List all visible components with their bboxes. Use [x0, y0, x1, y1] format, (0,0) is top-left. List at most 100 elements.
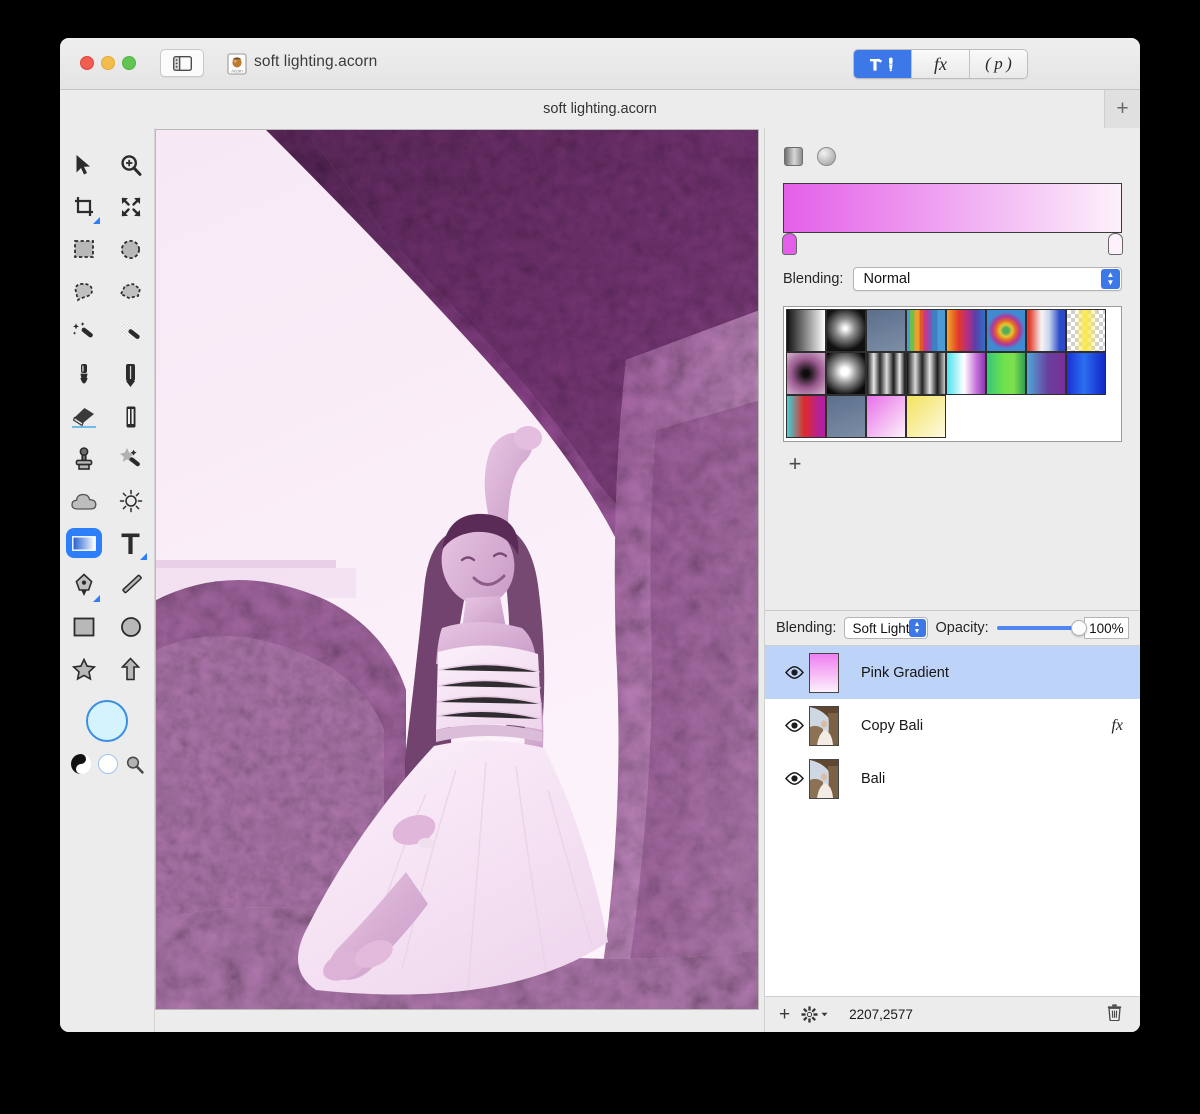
tool-row: [60, 648, 154, 690]
layer-row[interactable]: Pink Gradient: [765, 646, 1140, 699]
gear-icon: [801, 1006, 818, 1023]
zoom-window-button[interactable]: [122, 56, 136, 70]
arrow-shape-tool[interactable]: [107, 648, 154, 690]
eye-icon: [784, 719, 804, 732]
dodge-burn-tool[interactable]: [107, 480, 154, 522]
layer-thumbnail: [809, 758, 839, 799]
preset-green-gradient[interactable]: [986, 352, 1026, 395]
opacity-value-field[interactable]: 100%: [1083, 617, 1129, 639]
brush-size-preview[interactable]: [86, 700, 128, 742]
polygonal-lasso-tool[interactable]: [107, 270, 154, 312]
preset-red-white-blue[interactable]: [1026, 309, 1066, 352]
gradient-stop-end[interactable]: [1108, 233, 1123, 255]
move-tool[interactable]: [60, 144, 107, 186]
add-layer-button[interactable]: +: [779, 1004, 790, 1026]
preset-cyan-white-purple[interactable]: [946, 352, 986, 395]
blur-tool[interactable]: [60, 480, 107, 522]
ellipse-shape-tool[interactable]: [107, 606, 154, 648]
preset-blue-royal[interactable]: [1066, 352, 1106, 395]
preset-blue-purple[interactable]: [1026, 352, 1066, 395]
smudge-tool[interactable]: [107, 396, 154, 438]
gradient-editor-bar[interactable]: [783, 183, 1122, 233]
radial-gradient-type[interactable]: [816, 146, 837, 167]
gradient-stop-start[interactable]: [782, 233, 797, 255]
fx-label: fx: [934, 53, 947, 74]
preset-slate-blue[interactable]: [826, 395, 866, 438]
preset-metal-stripes[interactable]: [866, 352, 906, 395]
bezier-pen-tool[interactable]: [60, 564, 107, 606]
pen-nib-icon: [74, 573, 93, 596]
layer-blending-select[interactable]: Soft Light ▲ ▼: [844, 617, 928, 639]
preset-radial-white-glow[interactable]: [826, 309, 866, 352]
magnifier-icon[interactable]: [125, 755, 144, 774]
inspector-mode-segmented-control[interactable]: fx ( p ): [853, 49, 1028, 79]
clone-stamp-tool[interactable]: [60, 438, 107, 480]
linear-gradient-icon: [784, 147, 803, 166]
layer-settings-button[interactable]: [801, 1006, 828, 1023]
healing-brush-tool[interactable]: [107, 438, 154, 480]
acorn-document-icon: Acorn: [227, 53, 247, 75]
crop-tool[interactable]: [60, 186, 107, 228]
linear-gradient-type[interactable]: [783, 146, 804, 167]
tool-row: [60, 186, 154, 228]
preset-steel-blue[interactable]: [866, 309, 906, 352]
rectangular-select-tool[interactable]: [60, 228, 107, 270]
sidebar-toggle-button[interactable]: [160, 49, 204, 77]
eraser-tool[interactable]: [60, 396, 107, 438]
elliptical-select-tool[interactable]: [107, 228, 154, 270]
opacity-slider[interactable]: [996, 620, 1087, 636]
tools-segment[interactable]: [854, 50, 912, 78]
minimize-window-button[interactable]: [101, 56, 115, 70]
gradient-presets-grid[interactable]: [783, 306, 1122, 442]
preset-pink-gradient[interactable]: [866, 395, 906, 438]
preset-checker-yellow[interactable]: [1066, 309, 1106, 352]
star-shape-tool[interactable]: [60, 648, 107, 690]
pencil-tool[interactable]: [107, 354, 154, 396]
preset-rainbow-bars[interactable]: [906, 309, 946, 352]
move-arrows-icon: [121, 197, 140, 217]
preset-teal-red-purple[interactable]: [786, 395, 826, 438]
gradient-icon: [71, 535, 96, 551]
close-window-button[interactable]: [80, 56, 94, 70]
brush-tool[interactable]: [60, 354, 107, 396]
preset-sunset-spectrum[interactable]: [946, 309, 986, 352]
canvas-area[interactable]: [155, 128, 764, 1032]
gradient-blending-select[interactable]: Normal ▲ ▼: [853, 267, 1122, 291]
opacity-slider-knob[interactable]: [1070, 620, 1087, 636]
preset-yellow-gradient[interactable]: [906, 395, 946, 438]
preset-radial-mauve[interactable]: [786, 352, 826, 395]
yin-yang-icon[interactable]: [70, 754, 91, 774]
sun-icon: [119, 489, 142, 513]
canvas-artwork: [156, 130, 758, 1009]
layer-row[interactable]: Copy Bali fx: [765, 699, 1140, 752]
layer-list[interactable]: Pink Gradient Copy Bali fx Bali: [765, 646, 1140, 996]
layer-visibility-toggle[interactable]: [779, 719, 809, 732]
filters-segment[interactable]: fx: [912, 50, 970, 78]
eraser-icon: [71, 408, 96, 428]
instant-alpha-tool[interactable]: [107, 312, 154, 354]
layer-visibility-toggle[interactable]: [779, 666, 809, 679]
preset-radial-target[interactable]: [986, 309, 1026, 352]
line-tool[interactable]: [107, 564, 154, 606]
preset-black-white[interactable]: [786, 309, 826, 352]
preset-metal-stripes-2[interactable]: [906, 352, 946, 395]
gradient-tool[interactable]: [60, 522, 107, 564]
foreground-color-swatch[interactable]: [97, 754, 118, 774]
text-tool[interactable]: [107, 522, 154, 564]
layer-visibility-toggle[interactable]: [779, 772, 809, 785]
arrow-pointer-icon: [76, 155, 90, 175]
zoom-tool[interactable]: [107, 144, 154, 186]
image-canvas[interactable]: [155, 129, 759, 1010]
layer-row[interactable]: Bali: [765, 752, 1140, 805]
add-tab-button[interactable]: +: [1104, 90, 1140, 128]
tool-row: [60, 354, 154, 396]
preset-radial-soft-white[interactable]: [826, 352, 866, 395]
magic-wand-tool[interactable]: [60, 312, 107, 354]
transform-tool[interactable]: [107, 186, 154, 228]
presets-segment[interactable]: ( p ): [970, 50, 1027, 78]
rectangle-shape-tool[interactable]: [60, 606, 107, 648]
delete-layer-button[interactable]: [1107, 1003, 1122, 1026]
add-gradient-preset-button[interactable]: +: [783, 451, 807, 477]
lasso-tool[interactable]: [60, 270, 107, 312]
layer-fx-badge[interactable]: fx: [1111, 717, 1123, 735]
